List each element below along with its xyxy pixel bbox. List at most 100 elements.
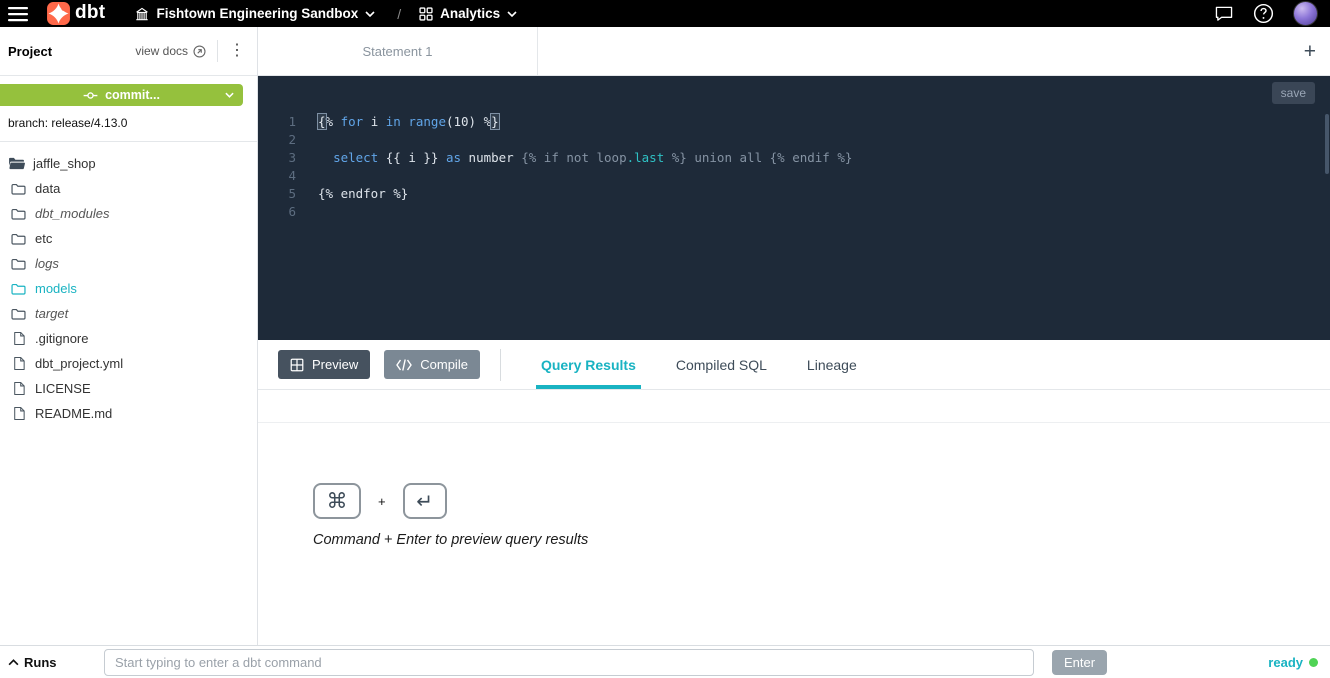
- kebab-icon: ⋮: [229, 42, 245, 59]
- tree-item-label: README.md: [35, 406, 112, 421]
- file-icon: [10, 331, 27, 346]
- chat-button[interactable]: [1214, 5, 1234, 22]
- tree-item-target[interactable]: target: [0, 301, 257, 326]
- plus-label: +: [378, 494, 386, 509]
- tree-item-jaffle_shop[interactable]: jaffle_shop: [0, 151, 257, 176]
- sidebar-title: Project: [8, 44, 52, 59]
- divider: [500, 349, 501, 381]
- folder-icon: [10, 233, 27, 245]
- chevron-down-icon: [507, 11, 517, 17]
- code-editor[interactable]: 123456 {% for i in range(10) %} select {…: [258, 110, 1330, 340]
- compile-button[interactable]: Compile: [384, 350, 480, 379]
- chevron-down-icon: [225, 92, 234, 98]
- tree-item-LICENSE[interactable]: LICENSE: [0, 376, 257, 401]
- tree-item-dbt_project.yml[interactable]: dbt_project.yml: [0, 351, 257, 376]
- tree-item-label: jaffle_shop: [33, 156, 96, 171]
- new-tab-button[interactable]: +: [1304, 41, 1316, 62]
- sidebar-header: Project view docs ⋮: [0, 27, 257, 76]
- editor-code: {% for i in range(10) %} select {{ i }} …: [296, 110, 852, 340]
- folder-icon: [10, 258, 27, 270]
- tab-compiled-sql[interactable]: Compiled SQL: [676, 340, 767, 389]
- runs-label: Runs: [24, 655, 57, 670]
- view-docs-link[interactable]: view docs: [135, 44, 206, 58]
- menu-button[interactable]: [8, 6, 28, 22]
- tree-item-label: dbt_project.yml: [35, 356, 123, 371]
- preview-button[interactable]: Preview: [278, 350, 370, 379]
- overflow-menu-button[interactable]: ⋮: [229, 43, 245, 59]
- results-toolbar: [258, 390, 1330, 423]
- code-editor-panel: save 123456 {% for i in range(10) %} sel…: [258, 76, 1330, 340]
- preview-label: Preview: [312, 357, 358, 372]
- chevron-down-icon: [365, 11, 375, 17]
- dbt-logo[interactable]: dbt: [46, 1, 105, 26]
- file-tree: jaffle_shopdata dbt_modulesetc logs models t…: [0, 142, 257, 426]
- tree-item-models[interactable]: models: [0, 276, 257, 301]
- file-icon: [10, 381, 27, 396]
- tree-item-label: .gitignore: [35, 331, 88, 346]
- building-icon: [135, 7, 149, 21]
- account-switcher[interactable]: Fishtown Engineering Sandbox: [135, 6, 375, 21]
- status-label: ready: [1268, 655, 1303, 670]
- tree-item-label: models: [35, 281, 77, 296]
- main-panel: Statement 1 + save 123456 {% for i in ra…: [258, 27, 1330, 645]
- tree-item-.gitignore[interactable]: .gitignore: [0, 326, 257, 351]
- tab-lineage[interactable]: Lineage: [807, 340, 857, 389]
- tree-item-README.md[interactable]: README.md: [0, 401, 257, 426]
- preview-grid-icon: [290, 358, 304, 372]
- folder-icon: [10, 208, 27, 220]
- sidebar: Project view docs ⋮ co: [0, 27, 258, 645]
- branch-label: branch: release/4.13.0: [0, 106, 257, 141]
- commit-button[interactable]: commit...: [0, 84, 243, 106]
- enter-button[interactable]: Enter: [1052, 650, 1107, 675]
- commit-label: commit...: [105, 88, 160, 102]
- view-docs-label: view docs: [135, 44, 188, 58]
- results-panel-header: Preview Compile Query Results Compiled S…: [258, 340, 1330, 390]
- folder-open-icon: [8, 157, 25, 170]
- file-icon: [10, 356, 27, 371]
- user-avatar[interactable]: [1293, 1, 1318, 26]
- editor-tab-bar: Statement 1 +: [258, 27, 1330, 76]
- help-icon: [1253, 3, 1274, 24]
- git-commit-icon: [83, 90, 98, 101]
- top-navigation-bar: dbt Fishtown Engineering Sandbox / Analy…: [0, 0, 1330, 27]
- editor-gutter: 123456: [258, 110, 296, 340]
- tree-item-label: LICENSE: [35, 381, 91, 396]
- status-indicator: ready: [1268, 655, 1318, 670]
- editor-scrollbar[interactable]: [1325, 114, 1329, 174]
- save-button[interactable]: save: [1272, 82, 1315, 104]
- tab-query-results[interactable]: Query Results: [541, 340, 636, 389]
- project-name: Analytics: [440, 6, 500, 21]
- folder-icon: [10, 183, 27, 195]
- tree-item-label: dbt_modules: [35, 206, 109, 221]
- grid-icon: [419, 7, 433, 21]
- folder-icon: [10, 308, 27, 320]
- dbt-flame-icon: [46, 1, 71, 26]
- chat-icon: [1214, 5, 1234, 22]
- enter-key-icon: ↵: [403, 483, 447, 519]
- project-switcher[interactable]: Analytics: [419, 6, 517, 21]
- runs-toggle[interactable]: Runs: [8, 655, 104, 670]
- path-separator: /: [397, 6, 401, 22]
- tree-item-dbt_modules[interactable]: dbt_modules: [0, 201, 257, 226]
- divider: [217, 40, 218, 62]
- results-empty-state: ⌘ + ↵ Command + Enter to preview query r…: [258, 423, 1330, 548]
- editor-toolbar: save: [258, 76, 1330, 110]
- tree-item-logs[interactable]: logs: [0, 251, 257, 276]
- tree-item-label: etc: [35, 231, 52, 246]
- folder-icon: [10, 283, 27, 295]
- chevron-up-icon: [8, 659, 19, 666]
- dbt-command-input[interactable]: [104, 649, 1034, 676]
- bottom-command-bar: Runs Enter ready: [0, 645, 1330, 678]
- tree-item-label: logs: [35, 256, 59, 271]
- help-button[interactable]: [1253, 3, 1274, 24]
- command-key-icon: ⌘: [313, 483, 361, 519]
- tab-statement-1[interactable]: Statement 1: [258, 27, 538, 75]
- file-icon: [10, 406, 27, 421]
- tree-item-etc[interactable]: etc: [0, 226, 257, 251]
- account-name: Fishtown Engineering Sandbox: [156, 6, 358, 21]
- tree-item-data[interactable]: data: [0, 176, 257, 201]
- hamburger-icon: [8, 6, 28, 22]
- results-body: ⌘ + ↵ Command + Enter to preview query r…: [258, 390, 1330, 645]
- external-link-icon: [193, 45, 206, 58]
- status-dot: [1309, 658, 1318, 667]
